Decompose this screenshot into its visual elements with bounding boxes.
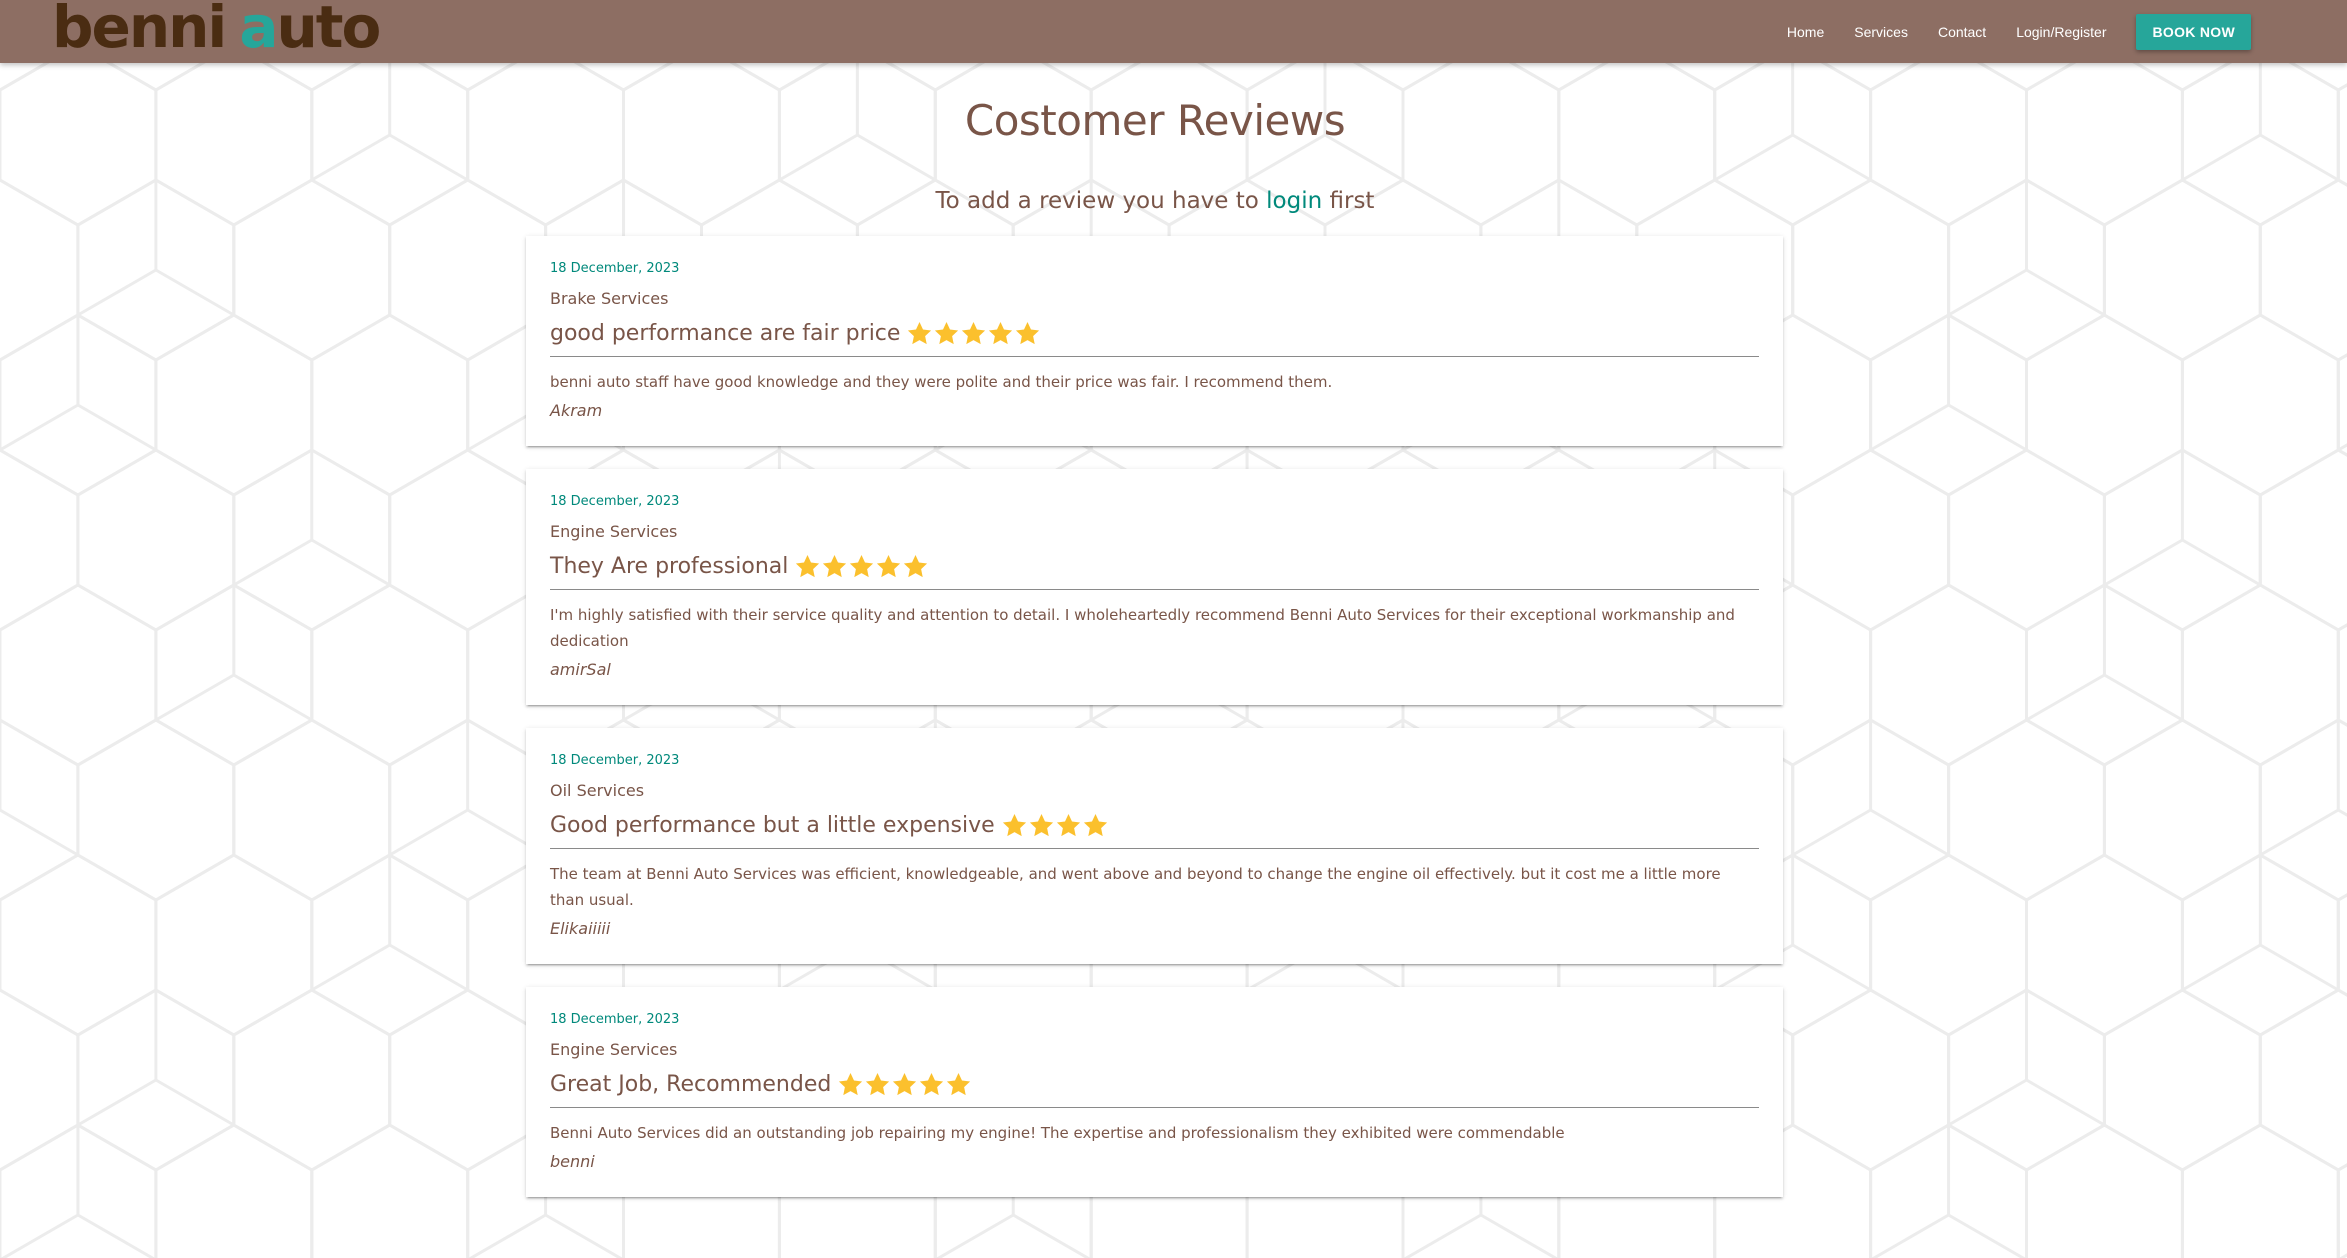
rating-stars xyxy=(906,320,1041,347)
logo-text-uto: uto xyxy=(276,0,381,61)
star-icon xyxy=(821,553,848,580)
review-title: Great Job, Recommended xyxy=(550,1071,832,1097)
rating-stars xyxy=(794,553,929,580)
review-date: 18 December, 2023 xyxy=(550,261,680,276)
review-card: 18 December, 2023 Brake Services good pe… xyxy=(526,236,1783,446)
review-title-row: They Are professional xyxy=(550,551,1759,590)
star-icon xyxy=(837,1071,864,1098)
review-title: They Are professional xyxy=(550,553,789,579)
rating-stars xyxy=(1001,812,1109,839)
rating-stars xyxy=(837,1071,972,1098)
review-title-row: Good performance but a little expensive xyxy=(550,810,1759,849)
review-service: Oil Services xyxy=(550,781,645,800)
page-title: Costomer Reviews xyxy=(964,96,1346,145)
star-icon xyxy=(1055,812,1082,839)
nav-menu: Home Services Contact Login/Register BOO… xyxy=(1787,0,2347,63)
star-icon xyxy=(918,1071,945,1098)
nav-contact-link[interactable]: Contact xyxy=(1938,24,1986,40)
star-icon xyxy=(902,553,929,580)
review-title: good performance are fair price xyxy=(550,320,901,346)
star-icon xyxy=(933,320,960,347)
nav-home-link[interactable]: Home xyxy=(1787,24,1824,40)
review-body: benni auto staff have good knowledge and… xyxy=(550,373,1333,391)
review-title-row: Great Job, Recommended xyxy=(550,1069,1759,1108)
login-link[interactable]: login xyxy=(1266,188,1322,214)
top-navbar: benni auto Home Services Contact Login/Re… xyxy=(0,0,2347,63)
star-icon xyxy=(864,1071,891,1098)
star-icon xyxy=(1028,812,1055,839)
star-icon xyxy=(1014,320,1041,347)
review-service: Brake Services xyxy=(550,289,669,308)
star-icon xyxy=(875,553,902,580)
review-service: Engine Services xyxy=(550,522,678,541)
review-title: Good performance but a little expensive xyxy=(550,812,995,838)
star-icon xyxy=(794,553,821,580)
review-date: 18 December, 2023 xyxy=(550,1012,680,1027)
star-icon xyxy=(987,320,1014,347)
review-body: The team at Benni Auto Services was effi… xyxy=(550,865,1721,909)
review-author: amirSal xyxy=(550,660,611,679)
star-icon xyxy=(1001,812,1028,839)
star-icon xyxy=(960,320,987,347)
star-icon xyxy=(906,320,933,347)
review-author: Elikaiiiii xyxy=(550,919,611,938)
login-prompt-text-after: first xyxy=(1322,188,1375,214)
login-prompt-text-before: To add a review you have to xyxy=(935,188,1267,214)
review-service: Engine Services xyxy=(550,1040,678,1059)
nav-login-register-link[interactable]: Login/Register xyxy=(2016,24,2106,40)
review-date: 18 December, 2023 xyxy=(550,753,680,768)
review-body: Benni Auto Services did an outstanding j… xyxy=(550,1124,1565,1142)
review-card: 18 December, 2023 Engine Services Great … xyxy=(526,987,1783,1197)
brand-logo[interactable]: benni auto xyxy=(52,0,381,62)
logo-text-a: a xyxy=(239,0,278,61)
book-now-button[interactable]: BOOK NOW xyxy=(2136,13,2251,50)
star-icon xyxy=(1082,812,1109,839)
star-icon xyxy=(848,553,875,580)
review-title-row: good performance are fair price xyxy=(550,318,1759,357)
star-icon xyxy=(891,1071,918,1098)
logo-text-benni: benni xyxy=(52,0,227,61)
review-body: I'm highly satisfied with their service … xyxy=(550,606,1735,650)
reviews-list: 18 December, 2023 Brake Services good pe… xyxy=(526,236,1783,1220)
login-prompt: To add a review you have to login first xyxy=(0,188,2310,214)
nav-services-link[interactable]: Services xyxy=(1854,24,1908,40)
review-date: 18 December, 2023 xyxy=(550,494,680,509)
review-card: 18 December, 2023 Oil Services Good perf… xyxy=(526,728,1783,964)
review-author: benni xyxy=(550,1152,595,1171)
review-card: 18 December, 2023 Engine Services They A… xyxy=(526,469,1783,705)
review-author: Akram xyxy=(550,401,603,420)
star-icon xyxy=(945,1071,972,1098)
